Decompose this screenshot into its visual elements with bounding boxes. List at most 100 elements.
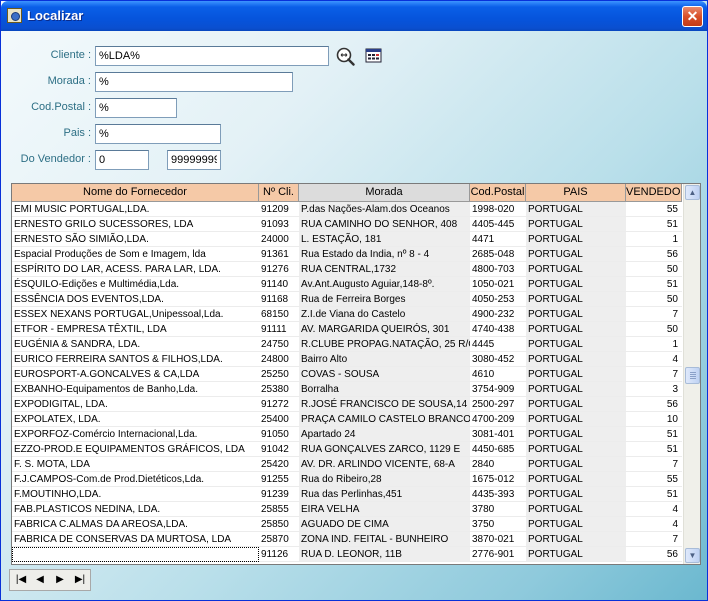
table-row[interactable]: FAB.PLASTICOS NEDINA, LDA. 25855 EIRA VELH… xyxy=(12,502,682,517)
col-header-pais[interactable]: PAIS xyxy=(526,184,626,202)
table-row[interactable]: Espacial Produções de Som e Imagem, lda 9… xyxy=(12,247,682,262)
cell-ncli: 91140 xyxy=(259,277,299,292)
col-header-morada[interactable]: Morada xyxy=(299,184,470,202)
table-row[interactable]: ESPÍRITO DO LAR, ACESS. PARA LAR, LDA. 91… xyxy=(12,262,682,277)
cell-nome: EXPORFOZ-Comércio Internacional,Lda. xyxy=(12,427,259,442)
scroll-thumb[interactable] xyxy=(685,367,700,384)
table-row[interactable]: FABRICA C.ALMAS DA AREOSA,LDA. 25850 AGUAD… xyxy=(12,517,682,532)
close-button[interactable]: ✕ xyxy=(682,6,703,27)
codpostal-label: Cod.Postal : xyxy=(31,101,91,113)
cell-nome: Espacial Produções de Som e Imagem, lda xyxy=(12,247,259,262)
cell-nome: FACOBON.Fab.Brinquedos e Vestuário, Lda xyxy=(12,547,259,562)
cell-ncli: 91042 xyxy=(259,442,299,457)
cell-pais: PORTUGAL xyxy=(526,472,626,487)
col-header-codpostal[interactable]: Cod.Postal xyxy=(470,184,526,202)
cell-ncli: 68150 xyxy=(259,307,299,322)
cell-morada: AV. DR. ARLINDO VICENTE, 68-A xyxy=(299,457,470,472)
table-row[interactable]: ESSÊNCIA DOS EVENTOS,LDA. 91168 Rua de Fer… xyxy=(12,292,682,307)
cell-vendedor: 3 xyxy=(626,382,682,397)
scroll-up-icon[interactable]: ▲ xyxy=(685,185,700,200)
search-icon[interactable] xyxy=(335,46,355,66)
cell-codpostal: 3870-021 xyxy=(470,532,526,547)
vertical-scrollbar[interactable]: ▲ ▼ xyxy=(683,184,700,564)
pais-input[interactable] xyxy=(95,124,221,144)
cell-codpostal: 1675-012 xyxy=(470,472,526,487)
cell-nome: F.MOUTINHO,LDA. xyxy=(12,487,259,502)
table-row[interactable]: ERNESTO SÃO SIMIÃO,LDA. 24000 L. ESTAÇÃO, … xyxy=(12,232,682,247)
cell-ncli: 91255 xyxy=(259,472,299,487)
table-row[interactable]: EXPORFOZ-Comércio Internacional,Lda. 9105… xyxy=(12,427,682,442)
table-row[interactable]: EXPOLATEX, LDA. 25400 PRAÇA CAMILO CASTELO… xyxy=(12,412,682,427)
cell-morada: L. ESTAÇÃO, 181 xyxy=(299,232,470,247)
table-row[interactable]: ÉSQUILO-Edições e Multimédia,Lda. 91140 Av… xyxy=(12,277,682,292)
cell-pais: PORTUGAL xyxy=(526,487,626,502)
table-row[interactable]: EMI MUSIC PORTUGAL,LDA. 91209 P.das Nações… xyxy=(12,202,682,217)
cell-nome: EZZO-PROD.E EQUIPAMENTOS GRÁFICOS, LDA xyxy=(12,442,259,457)
table-row[interactable]: ETFOR - EMPRESA TÊXTIL, LDA 91111 AV. MARG… xyxy=(12,322,682,337)
table-row[interactable]: EXPODIGITAL, LDA. 91272 R.JOSÉ FRANCISCO D… xyxy=(12,397,682,412)
cell-pais: PORTUGAL xyxy=(526,532,626,547)
col-header-ncli[interactable]: Nº Cli. xyxy=(259,184,299,202)
cell-vendedor: 50 xyxy=(626,262,682,277)
vendedor-from-input[interactable] xyxy=(95,150,149,170)
cell-nome: ESSÊNCIA DOS EVENTOS,LDA. xyxy=(12,292,259,307)
cell-vendedor: 7 xyxy=(626,367,682,382)
results-grid[interactable]: Nome do Fornecedor Nº Cli. Morada Cod.Po… xyxy=(11,183,701,565)
vendedor-label: Do Vendedor : xyxy=(20,153,91,165)
cell-pais: PORTUGAL xyxy=(526,217,626,232)
cell-ncli: 25380 xyxy=(259,382,299,397)
table-row[interactable]: EZZO-PROD.E EQUIPAMENTOS GRÁFICOS, LDA 91… xyxy=(12,442,682,457)
cell-vendedor: 10 xyxy=(626,412,682,427)
cell-nome: FABRICA DE CONSERVAS DA MURTOSA, LDA xyxy=(12,532,259,547)
calculator-icon[interactable] xyxy=(365,47,385,67)
cliente-input[interactable] xyxy=(95,46,329,66)
next-record-icon[interactable]: ▶ xyxy=(52,573,68,587)
cell-vendedor: 51 xyxy=(626,487,682,502)
cell-nome: FAB.PLASTICOS NEDINA, LDA. xyxy=(12,502,259,517)
table-row[interactable]: EUROSPORT-A.GONCALVES & CA,LDA 25250 COVAS… xyxy=(12,367,682,382)
cell-codpostal: 1998-020 xyxy=(470,202,526,217)
cell-ncli: 25855 xyxy=(259,502,299,517)
table-row[interactable]: EUGÉNIA & SANDRA, LDA. 24750 R.CLUBE PROPA… xyxy=(12,337,682,352)
table-row[interactable]: F.MOUTINHO,LDA. 91239 Rua das Perlinhas,45… xyxy=(12,487,682,502)
cell-nome: EXPOLATEX, LDA. xyxy=(12,412,259,427)
table-row[interactable]: ESSEX NEXANS PORTUGAL,Unipessoal,Lda. 681… xyxy=(12,307,682,322)
cell-morada: Rua de Ferreira Borges xyxy=(299,292,470,307)
first-record-icon[interactable]: |◀ xyxy=(13,573,29,587)
cell-codpostal: 4450-685 xyxy=(470,442,526,457)
cell-vendedor: 51 xyxy=(626,217,682,232)
scroll-down-icon[interactable]: ▼ xyxy=(685,548,700,563)
table-row[interactable]: FACOBON.Fab.Brinquedos e Vestuário, Lda 9… xyxy=(12,547,682,562)
cell-morada: Rua das Perlinhas,451 xyxy=(299,487,470,502)
cell-nome: ÉSQUILO-Edições e Multimédia,Lda. xyxy=(12,277,259,292)
cell-vendedor: 7 xyxy=(626,457,682,472)
morada-input[interactable] xyxy=(95,72,293,92)
cell-pais: PORTUGAL xyxy=(526,202,626,217)
cell-codpostal: 4610 xyxy=(470,367,526,382)
table-row[interactable]: EURICO FERREIRA SANTOS & FILHOS,LDA. 2480… xyxy=(12,352,682,367)
table-row[interactable]: F.J.CAMPOS-Com.de Prod.Dietéticos,Lda. 91… xyxy=(12,472,682,487)
cliente-label: Cliente : xyxy=(50,49,91,61)
cell-ncli: 91050 xyxy=(259,427,299,442)
cell-vendedor: 4 xyxy=(626,502,682,517)
cell-vendedor: 56 xyxy=(626,247,682,262)
title-bar[interactable]: Localizar ✕ xyxy=(1,1,707,31)
prev-record-icon[interactable]: ◀ xyxy=(32,573,48,587)
cell-vendedor: 51 xyxy=(626,277,682,292)
cell-vendedor: 4 xyxy=(626,352,682,367)
vendedor-to-input[interactable] xyxy=(167,150,221,170)
cell-codpostal: 3080-452 xyxy=(470,352,526,367)
cell-morada: EIRA VELHA xyxy=(299,502,470,517)
col-header-vendedor[interactable]: VENDEDOR xyxy=(626,184,682,202)
cell-nome: EXBANHO-Equipamentos de Banho,Lda. xyxy=(12,382,259,397)
table-row[interactable]: F. S. MOTA, LDA 25420 AV. DR. ARLINDO VICE… xyxy=(12,457,682,472)
last-record-icon[interactable]: ▶| xyxy=(72,573,88,587)
cell-pais: PORTUGAL xyxy=(526,277,626,292)
cell-pais: PORTUGAL xyxy=(526,232,626,247)
codpostal-input[interactable] xyxy=(95,98,177,118)
table-row[interactable]: EXBANHO-Equipamentos de Banho,Lda. 25380 B… xyxy=(12,382,682,397)
localizar-window: Localizar ✕ Cliente : Morada : Cod.Posta… xyxy=(0,0,708,601)
col-header-nome[interactable]: Nome do Fornecedor xyxy=(12,184,259,202)
table-row[interactable]: ERNESTO GRILO SUCESSORES, LDA 91093 RUA CA… xyxy=(12,217,682,232)
table-row[interactable]: FABRICA DE CONSERVAS DA MURTOSA, LDA 2587… xyxy=(12,532,682,547)
